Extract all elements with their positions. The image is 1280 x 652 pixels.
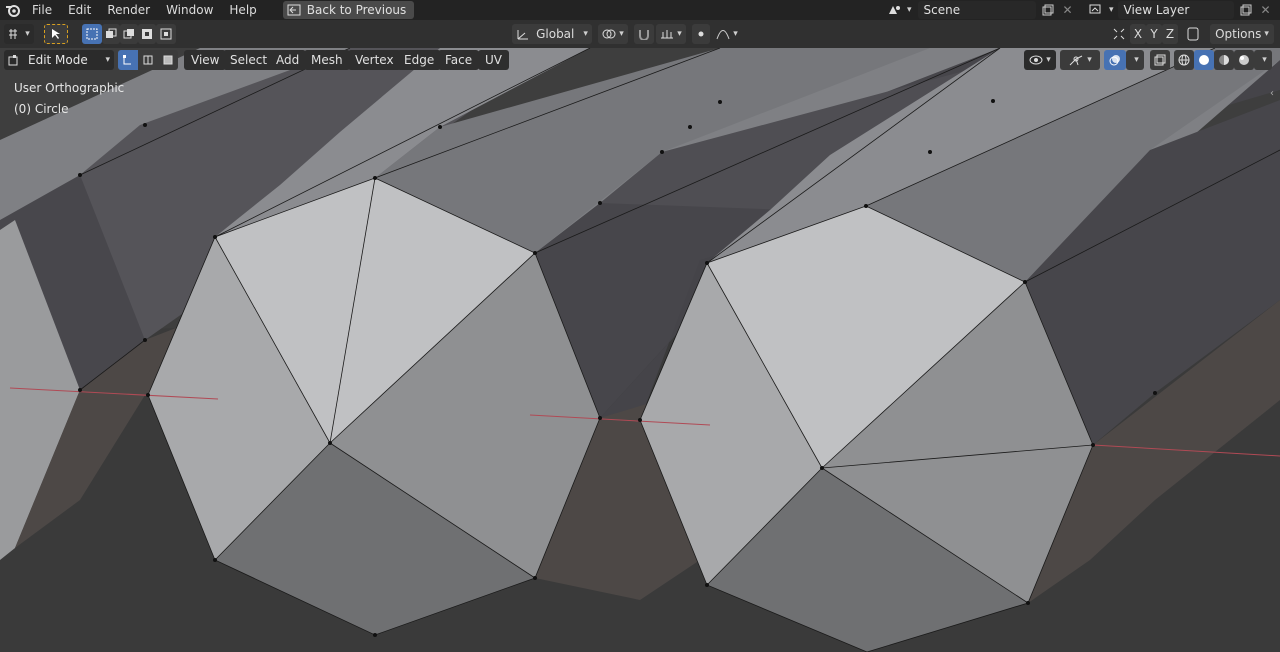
tool-header: ▾ Global ▾ ▾ ▾ ▾ X Y Z Options ▾ — [0, 20, 1280, 48]
delete-scene-icon[interactable]: ✕ — [1058, 1, 1078, 19]
new-view-layer-icon[interactable] — [1236, 1, 1256, 19]
options-label: Options — [1215, 27, 1262, 41]
scene-name-field[interactable]: Scene — [917, 1, 1036, 19]
view-layer-icon[interactable] — [1086, 1, 1106, 19]
menu-vertex[interactable]: Vertex — [348, 50, 401, 70]
mirror-x-button[interactable]: X — [1130, 24, 1146, 44]
select-subtract-icon[interactable] — [120, 24, 138, 44]
select-tool-icon[interactable] — [44, 24, 68, 44]
auto-merge-icon[interactable] — [1182, 24, 1204, 44]
xray-toggle-icon[interactable] — [1150, 50, 1170, 70]
mirror-z-button[interactable]: Z — [1162, 24, 1178, 44]
proportional-edit-icon[interactable] — [692, 24, 710, 44]
menu-file[interactable]: File — [24, 0, 60, 20]
menu-mesh[interactable]: Mesh — [304, 50, 350, 70]
chevron-down-icon: ▾ — [1109, 5, 1114, 15]
object-name-label: (0) Circle — [14, 102, 69, 116]
back-to-previous-button[interactable]: Back to Previous — [282, 1, 415, 19]
edit-mode-header: Edit Mode ▾ View Select Add Mesh Vertex … — [0, 48, 1280, 99]
visibility-dropdown[interactable]: ▾ — [1024, 50, 1056, 70]
transform-orientation-dropdown[interactable]: Global ▾ — [512, 24, 592, 44]
select-intersect-icon[interactable] — [156, 24, 176, 44]
overlays-dropdown[interactable]: ▾ — [1126, 50, 1144, 70]
top-menubar: File Edit Render Window Help Back to Pre… — [0, 0, 1280, 20]
back-arrow-icon — [287, 4, 301, 16]
face-select-mode-icon[interactable] — [158, 50, 178, 70]
back-to-previous-label: Back to Previous — [306, 3, 407, 17]
wireframe-shading-icon[interactable] — [1174, 50, 1194, 70]
material-shading-icon[interactable] — [1214, 50, 1234, 70]
delete-view-layer-icon[interactable]: ✕ — [1256, 1, 1276, 19]
orientation-icon — [517, 30, 529, 40]
pivot-point-dropdown[interactable]: ▾ — [598, 24, 628, 44]
pivot-icon — [602, 29, 616, 39]
mirror-y-button[interactable]: Y — [1146, 24, 1162, 44]
scene-selector-icon[interactable] — [884, 1, 904, 19]
sidebar-toggle-icon[interactable]: ‹ — [1270, 88, 1280, 102]
orientation-label: Global — [536, 27, 575, 41]
snap-element-dropdown[interactable]: ▾ — [656, 24, 686, 44]
chevron-down-icon: ▾ — [907, 5, 912, 15]
mirror-icon[interactable] — [1108, 24, 1130, 44]
vertex-select-mode-icon[interactable] — [118, 50, 138, 70]
shading-dropdown[interactable]: ▾ — [1254, 50, 1272, 70]
menu-view[interactable]: View — [184, 50, 227, 70]
new-scene-icon[interactable] — [1038, 1, 1058, 19]
mesh-scene — [0, 48, 1280, 652]
snap-toggle-icon[interactable] — [634, 24, 654, 44]
menu-window[interactable]: Window — [158, 0, 221, 20]
solid-shading-icon[interactable] — [1194, 50, 1214, 70]
menu-help[interactable]: Help — [221, 0, 264, 20]
overlays-toggle-icon[interactable] — [1104, 50, 1126, 70]
menu-edit[interactable]: Edit — [60, 0, 99, 20]
editor-type-icon — [9, 29, 18, 39]
menu-edge[interactable]: Edge — [397, 50, 442, 70]
gizmo-dropdown[interactable]: ▾ — [1060, 50, 1100, 70]
view-name-label: User Orthographic — [14, 81, 125, 95]
3d-viewport[interactable]: User Orthographic (0) Circle — [0, 48, 1280, 652]
edge-select-mode-icon[interactable] — [138, 50, 158, 70]
menu-face[interactable]: Face — [438, 50, 480, 70]
select-invert-icon[interactable] — [138, 24, 156, 44]
select-new-icon[interactable] — [82, 24, 102, 44]
menu-add[interactable]: Add — [269, 50, 307, 70]
select-extend-icon[interactable] — [102, 24, 120, 44]
options-dropdown[interactable]: Options ▾ — [1210, 24, 1274, 44]
menu-uv[interactable]: UV — [478, 50, 509, 70]
menu-select[interactable]: Select — [223, 50, 275, 70]
menu-render[interactable]: Render — [99, 0, 158, 20]
mode-dropdown[interactable]: Edit Mode ▾ — [4, 50, 114, 70]
editor-type-button[interactable]: ▾ — [4, 24, 34, 44]
blender-logo-icon[interactable] — [2, 0, 24, 20]
falloff-dropdown[interactable]: ▾ — [712, 24, 742, 44]
edit-mode-icon — [8, 55, 18, 66]
view-layer-field[interactable]: View Layer — [1117, 1, 1234, 19]
rendered-shading-icon[interactable] — [1234, 50, 1254, 70]
mode-label: Edit Mode — [28, 53, 88, 67]
